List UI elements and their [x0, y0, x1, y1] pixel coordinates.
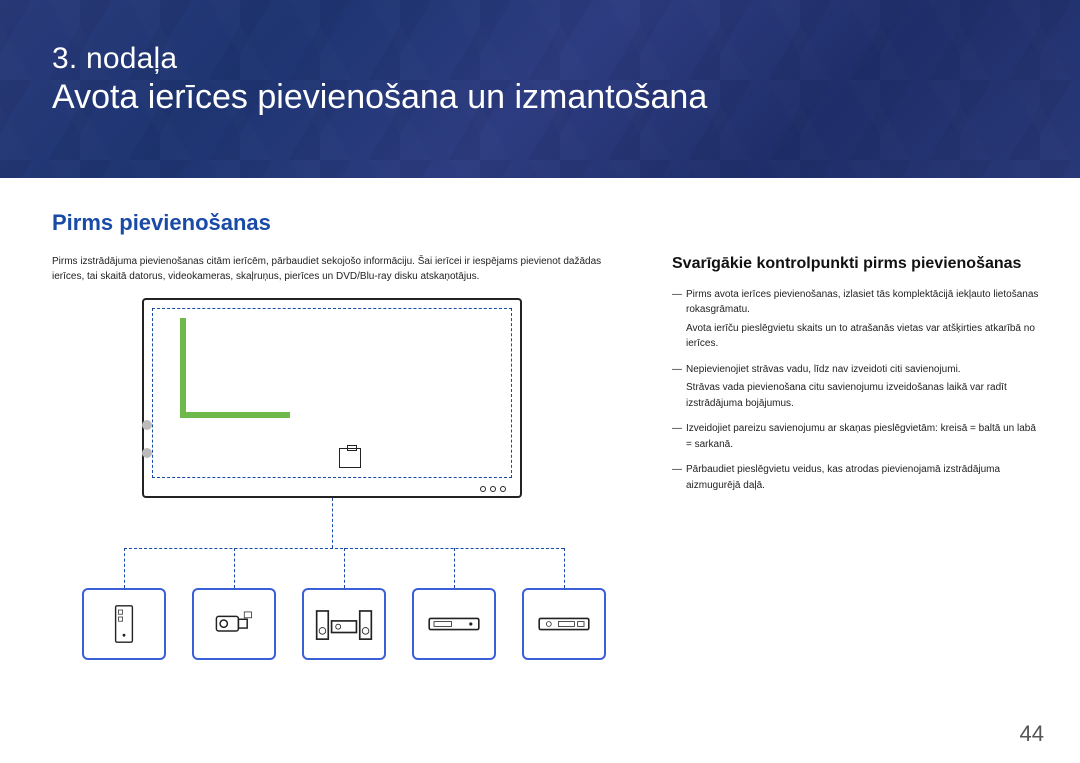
checkpoints-heading: Svarīgākie kontrolpunkti pirms pievienoš… — [672, 254, 1040, 275]
device-pc-icon — [82, 588, 166, 660]
device-camcorder-icon — [192, 588, 276, 660]
connection-diagram — [52, 298, 612, 668]
right-column: Svarīgākie kontrolpunkti pirms pievienoš… — [672, 254, 1040, 668]
device-speakers-icon — [302, 588, 386, 660]
device-settop-icon — [412, 588, 496, 660]
section-title: Pirms pievienošanas — [52, 210, 1040, 236]
checkpoint-item: Nepievienojiet strāvas vadu, līdz nav iz… — [672, 362, 1040, 412]
checkpoint-text: Izveidojiet pareizu savienojumu ar skaņa… — [686, 423, 1036, 450]
monitor-illustration — [142, 298, 522, 498]
checkpoint-subtext: Avota ierīču pieslēgvietu skaits un to a… — [686, 321, 1040, 352]
checkpoint-item: Pirms avota ierīces pievienošanas, izlas… — [672, 287, 1040, 352]
device-player-icon — [522, 588, 606, 660]
chapter-title: Avota ierīces pievienošana un izmantošan… — [52, 78, 1080, 117]
intro-paragraph: Pirms izstrādājuma pievienošanas citām i… — [52, 254, 632, 284]
chapter-banner: 3. nodaļa Avota ierīces pievienošana un … — [0, 0, 1080, 178]
checkpoint-text: Pārbaudiet pieslēgvietu veidus, kas atro… — [686, 464, 1000, 491]
left-column: Pirms izstrādājuma pievienošanas citām i… — [52, 254, 632, 668]
checkpoint-text: Pirms avota ierīces pievienošanas, izlas… — [686, 289, 1038, 316]
chapter-number: 3. nodaļa — [52, 42, 1080, 76]
checkpoint-item: Pārbaudiet pieslēgvietu veidus, kas atro… — [672, 462, 1040, 493]
page-number: 44 — [1020, 721, 1044, 747]
checkpoint-text: Nepievienojiet strāvas vadu, līdz nav iz… — [686, 364, 961, 375]
checkpoint-subtext: Strāvas vada pievienošana citu savienoju… — [686, 380, 1040, 411]
checkpoint-item: Izveidojiet pareizu savienojumu ar skaņa… — [672, 421, 1040, 452]
page-content: Pirms pievienošanas Pirms izstrādājuma p… — [52, 210, 1040, 668]
